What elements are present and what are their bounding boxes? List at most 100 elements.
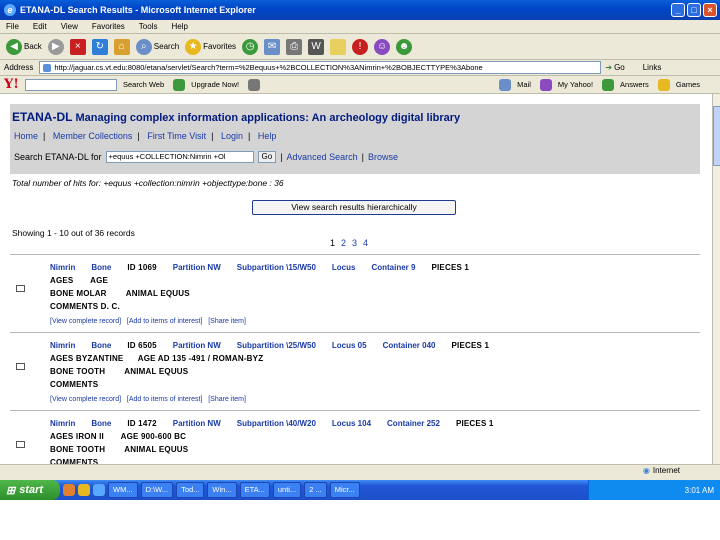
links-button[interactable]: Links — [643, 63, 662, 72]
record-field[interactable]: Subpartition \15/W50 — [237, 263, 316, 272]
record-field: PIECES 1 — [455, 419, 494, 428]
taskbar-item[interactable]: Tod... — [176, 482, 205, 498]
messenger-icon[interactable]: ☺ — [374, 38, 391, 55]
record-field[interactable]: Locus — [332, 263, 356, 272]
record-field[interactable]: Bone — [91, 341, 111, 350]
search-button[interactable]: ⌕ Search — [135, 38, 179, 55]
record-field: ID 6505 — [127, 341, 157, 350]
favorites-button[interactable]: ★ Favorites — [185, 38, 236, 55]
history-icon[interactable]: ◷ — [242, 38, 259, 55]
taskbar-item[interactable]: Micr... — [329, 482, 360, 498]
maximize-button[interactable]: □ — [687, 3, 701, 17]
site-go-button[interactable]: Go — [257, 151, 277, 163]
record-field[interactable]: Bone — [91, 263, 111, 272]
standard-toolbar: ◀ Back ▶ × ↻ ⌂ ⌕ Search ★ Favorites ◷ ✉ ⎙ W… — [0, 34, 720, 60]
record-detail: AGES IRON II AGE 900-600 BC — [50, 432, 187, 441]
record-links[interactable]: [View complete record] [Add to items of … — [50, 396, 246, 403]
record-field[interactable]: Subpartition \40/W20 — [237, 419, 316, 428]
site-title: ETANA-DL Managing complex information ap… — [12, 110, 460, 124]
address-input[interactable]: http://jaguar.cs.vt.edu:8080/etana/servl… — [39, 61, 602, 74]
close-button[interactable]: × — [703, 3, 717, 17]
quicklaunch-icon[interactable] — [78, 484, 90, 496]
menu-bar: File Edit View Favorites Tools Help — [0, 20, 720, 34]
menu-help[interactable]: Help — [171, 22, 187, 31]
page-2[interactable]: 2 — [341, 238, 346, 248]
record-field[interactable]: Container 040 — [383, 341, 436, 350]
menu-tools[interactable]: Tools — [139, 22, 158, 31]
upgrade-now-button[interactable]: Upgrade Now! — [191, 80, 239, 89]
nav-help[interactable]: Help — [258, 131, 277, 141]
search-label: Search ETANA-DL for — [14, 152, 102, 162]
record-field[interactable]: Container 252 — [387, 419, 440, 428]
forward-button[interactable]: ▶ — [47, 38, 64, 55]
taskbar: ⊞ start WM... D:\W... Tod... Win... ETA..… — [0, 480, 720, 500]
record-detail: COMMENTS D. C. — [50, 302, 120, 311]
start-button[interactable]: ⊞ start — [0, 480, 60, 500]
record-field[interactable]: Bone — [91, 419, 111, 428]
record-field[interactable]: Locus 05 — [332, 341, 367, 350]
advanced-search-link[interactable]: Advanced Search — [287, 152, 358, 162]
home-icon[interactable]: ⌂ — [113, 38, 130, 55]
taskbar-item[interactable]: 2 ... — [304, 482, 327, 498]
go-arrow-icon[interactable]: ➔ — [605, 63, 612, 72]
menu-file[interactable]: File — [6, 22, 19, 31]
back-button[interactable]: ◀ Back — [6, 38, 42, 55]
address-go-button[interactable]: Go — [614, 63, 625, 72]
taskbar-item[interactable]: D:\W... — [140, 482, 174, 498]
yahoo-logo[interactable]: Y! — [4, 77, 19, 92]
stop-icon[interactable]: × — [69, 38, 86, 55]
record-field[interactable]: Subpartition \25/W50 — [237, 341, 316, 350]
total-hits: Total number of hits for: +equus +collec… — [12, 178, 284, 188]
menu-view[interactable]: View — [61, 22, 78, 31]
vertical-scrollbar[interactable] — [712, 94, 720, 464]
games-button[interactable]: Games — [676, 80, 700, 89]
edit-icon[interactable]: W — [308, 38, 325, 55]
record-field[interactable]: Partition NW — [173, 263, 221, 272]
nav-first-time-visit[interactable]: First Time Visit — [147, 131, 206, 141]
taskbar-item[interactable]: ETA... — [239, 482, 270, 498]
browse-link[interactable]: Browse — [368, 152, 398, 162]
print-icon[interactable]: ⎙ — [286, 38, 303, 55]
nav-member-collections[interactable]: Member Collections — [53, 131, 133, 141]
yahoo-mail-button[interactable]: Mail — [517, 80, 531, 89]
view-hierarchically-button[interactable]: View search results hierarchically — [252, 200, 456, 215]
record-field[interactable]: Container 9 — [371, 263, 415, 272]
quicklaunch-icon[interactable] — [63, 484, 75, 496]
pencil-icon[interactable] — [248, 78, 261, 91]
select-checkbox[interactable] — [16, 363, 25, 370]
menu-favorites[interactable]: Favorites — [92, 22, 125, 31]
record-field[interactable]: Partition NW — [173, 419, 221, 428]
folder-icon[interactable] — [330, 38, 347, 55]
menu-edit[interactable]: Edit — [33, 22, 47, 31]
taskbar-item[interactable]: Win... — [207, 482, 237, 498]
select-checkbox[interactable] — [16, 441, 25, 448]
search-web-button[interactable]: Search Web — [123, 80, 164, 89]
record-field[interactable]: Nimrin — [50, 419, 75, 428]
record-links[interactable]: [View complete record] [Add to items of … — [50, 318, 246, 325]
refresh-icon[interactable]: ↻ — [91, 38, 108, 55]
taskbar-item[interactable]: unti... — [272, 482, 302, 498]
minimize-button[interactable]: _ — [671, 3, 685, 17]
mail-icon[interactable]: ✉ — [264, 38, 281, 55]
record-field[interactable]: Nimrin — [50, 341, 75, 350]
taskbar-item[interactable]: WM... — [108, 482, 138, 498]
record-field[interactable]: Partition NW — [173, 341, 221, 350]
record-field[interactable]: Nimrin — [50, 263, 75, 272]
record-field[interactable]: Locus 104 — [332, 419, 371, 428]
my-yahoo-button[interactable]: My Yahoo! — [558, 80, 593, 89]
scroll-thumb[interactable] — [713, 106, 720, 166]
page-4[interactable]: 4 — [363, 238, 368, 248]
answers-button[interactable]: Answers — [620, 80, 649, 89]
search-result-record: Nimrin Bone ID 6505 Partition NW Subpartitio… — [10, 332, 700, 410]
page-1: 1 — [330, 238, 336, 248]
quicklaunch-icon[interactable] — [93, 484, 105, 496]
back-arrow-icon: ◀ — [6, 38, 22, 55]
yahoo-search-input[interactable] — [25, 78, 117, 91]
select-checkbox[interactable] — [16, 285, 25, 292]
buddies-icon[interactable]: ☻ — [396, 38, 413, 55]
site-search-input[interactable]: +equus +COLLECTION:Nimrin +Ol — [105, 151, 254, 163]
nav-home[interactable]: Home — [14, 131, 38, 141]
yahoo-messenger-icon[interactable]: ! — [352, 38, 369, 55]
page-3[interactable]: 3 — [352, 238, 357, 248]
nav-login[interactable]: Login — [221, 131, 243, 141]
